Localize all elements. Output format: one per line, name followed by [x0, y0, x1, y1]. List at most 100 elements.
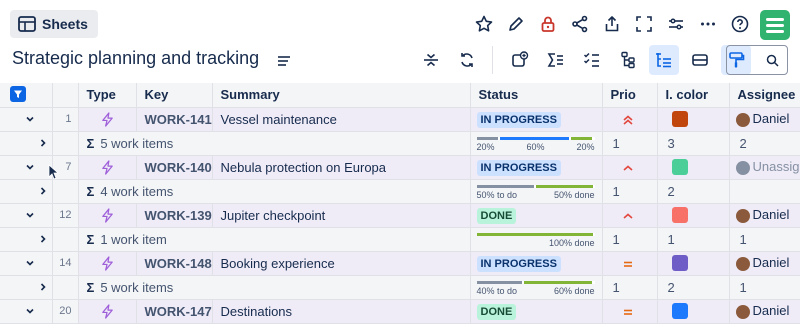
- star-icon[interactable]: [468, 10, 500, 38]
- issue-summary[interactable]: Jupiter checkpoint: [212, 203, 471, 228]
- aggregate-value: 2: [729, 131, 800, 156]
- column-header-summary[interactable]: Summary: [212, 83, 471, 108]
- fullscreen-icon[interactable]: [628, 10, 660, 38]
- expand-chevron-right-icon[interactable]: [37, 137, 49, 149]
- export-icon[interactable]: [596, 10, 628, 38]
- progress-cell: 50% to do 50% done: [470, 179, 603, 204]
- issue-summary[interactable]: Vessel maintenance: [212, 107, 471, 132]
- row-height-icon[interactable]: [685, 45, 715, 75]
- row-gutter: [0, 203, 53, 228]
- help-icon[interactable]: [724, 10, 756, 38]
- issue-color-cell[interactable]: [657, 203, 730, 228]
- summary-row[interactable]: Σ 4 work items 50% to do 50% done 1 2: [0, 179, 800, 204]
- checklist-icon[interactable]: [577, 45, 607, 75]
- summary-row[interactable]: Σ 5 work items 20% 60% 20% 1 3 2: [0, 131, 800, 156]
- filter-header[interactable]: [0, 83, 53, 108]
- collapse-chevron-down-icon[interactable]: [24, 113, 36, 125]
- priority-cell[interactable]: [602, 251, 658, 276]
- epic-type-icon: [78, 251, 137, 276]
- row-gutter: [0, 155, 53, 180]
- collapse-chevron-down-icon[interactable]: [24, 161, 36, 173]
- issue-key[interactable]: WORK-147: [136, 299, 213, 324]
- column-header-type[interactable]: Type: [78, 83, 137, 108]
- table-row[interactable]: 14 WORK-148 Booking experience IN PROGRE…: [0, 251, 800, 276]
- share-icon[interactable]: [564, 10, 596, 38]
- hierarchy-icon[interactable]: [613, 45, 643, 75]
- title-menu-icon[interactable]: [276, 53, 292, 69]
- child-count: 5 work items: [100, 135, 174, 151]
- issue-summary[interactable]: Booking experience: [212, 251, 471, 276]
- search-input[interactable]: [726, 45, 788, 75]
- column-header-key[interactable]: Key: [136, 83, 213, 108]
- expand-chevron-right-icon[interactable]: [37, 185, 49, 197]
- tree-filter-icon[interactable]: [649, 45, 679, 75]
- issue-key[interactable]: WORK-148: [136, 251, 213, 276]
- assignee-cell[interactable]: Unassigned: [729, 155, 800, 180]
- column-header-prio[interactable]: Prio: [602, 83, 658, 108]
- collapse-chevron-down-icon[interactable]: [24, 305, 36, 317]
- column-header-color[interactable]: I. color: [657, 83, 730, 108]
- priority-cell[interactable]: [602, 155, 658, 180]
- aggregate-value: 3: [657, 131, 730, 156]
- table-row[interactable]: 1 WORK-141 Vessel maintenance IN PROGRES…: [0, 107, 800, 132]
- lock-icon[interactable]: [532, 10, 564, 38]
- more-icon[interactable]: [692, 10, 724, 38]
- priority-high-icon: [621, 207, 635, 222]
- status-cell[interactable]: DONE: [470, 203, 603, 228]
- assignee-cell[interactable]: Daniel: [729, 203, 800, 228]
- sum-icon[interactable]: [541, 45, 571, 75]
- add-report-icon[interactable]: [505, 45, 535, 75]
- progress-segment: [476, 280, 522, 284]
- child-items-label[interactable]: Σ 5 work items: [78, 131, 471, 156]
- summary-row[interactable]: Σ 1 work item 100% done 1 1 1: [0, 227, 800, 252]
- assignee-cell[interactable]: Daniel: [729, 107, 800, 132]
- child-items-label[interactable]: Σ 4 work items: [78, 179, 471, 204]
- epic-type-icon: [78, 107, 137, 132]
- issue-key[interactable]: WORK-140: [136, 155, 213, 180]
- issue-summary[interactable]: Destinations: [212, 299, 471, 324]
- issue-summary[interactable]: Nebula protection on Europa: [212, 155, 471, 180]
- assignee-cell[interactable]: Daniel: [729, 251, 800, 276]
- epic-type-icon: [78, 203, 137, 228]
- table-row[interactable]: 20 WORK-147 Destinations DONE Daniel: [0, 299, 800, 324]
- filter-icon[interactable]: [10, 86, 26, 102]
- sheets-button[interactable]: Sheets: [10, 10, 98, 38]
- work-items-table: Type Key Summary Status Prio I. color As…: [0, 83, 800, 324]
- priority-medium-icon: [621, 255, 635, 270]
- issue-color-cell[interactable]: [657, 251, 730, 276]
- settings-icon[interactable]: [660, 10, 692, 38]
- summary-row[interactable]: Σ 5 work items 40% to do 60% done 1 2 1: [0, 275, 800, 300]
- issue-color-cell[interactable]: [657, 155, 730, 180]
- column-header-status[interactable]: Status: [470, 83, 603, 108]
- collapse-icon[interactable]: [416, 45, 446, 75]
- priority-cell[interactable]: [602, 299, 658, 324]
- status-cell[interactable]: IN PROGRESS: [470, 155, 603, 180]
- assignee-cell[interactable]: Daniel: [729, 299, 800, 324]
- expand-chevron-right-icon[interactable]: [37, 281, 49, 293]
- edit-icon[interactable]: [500, 10, 532, 38]
- epic-type-icon: [78, 155, 137, 180]
- status-cell[interactable]: IN PROGRESS: [470, 107, 603, 132]
- collapse-chevron-down-icon[interactable]: [24, 257, 36, 269]
- issue-key[interactable]: WORK-141: [136, 107, 213, 132]
- table-row[interactable]: 7 WORK-140 Nebula protection on Europa I…: [0, 155, 800, 180]
- column-header-assignee[interactable]: Assignee: [729, 83, 800, 108]
- progress-label: 60%: [526, 141, 545, 152]
- row-gutter: [0, 227, 53, 252]
- collapse-chevron-down-icon[interactable]: [24, 209, 36, 221]
- epic-type-icon: [78, 299, 137, 324]
- issue-color-cell[interactable]: [657, 299, 730, 324]
- issue-color-cell[interactable]: [657, 107, 730, 132]
- refresh-icon[interactable]: [452, 45, 482, 75]
- status-cell[interactable]: DONE: [470, 299, 603, 324]
- table-row[interactable]: 12 WORK-139 Jupiter checkpoint DONE Dani…: [0, 203, 800, 228]
- progress-label: 20%: [576, 141, 595, 152]
- expand-chevron-right-icon[interactable]: [37, 233, 49, 245]
- child-items-label[interactable]: Σ 5 work items: [78, 275, 471, 300]
- app-logo-icon[interactable]: [760, 10, 790, 40]
- child-items-label[interactable]: Σ 1 work item: [78, 227, 471, 252]
- status-cell[interactable]: IN PROGRESS: [470, 251, 603, 276]
- priority-cell[interactable]: [602, 203, 658, 228]
- priority-cell[interactable]: [602, 107, 658, 132]
- issue-key[interactable]: WORK-139: [136, 203, 213, 228]
